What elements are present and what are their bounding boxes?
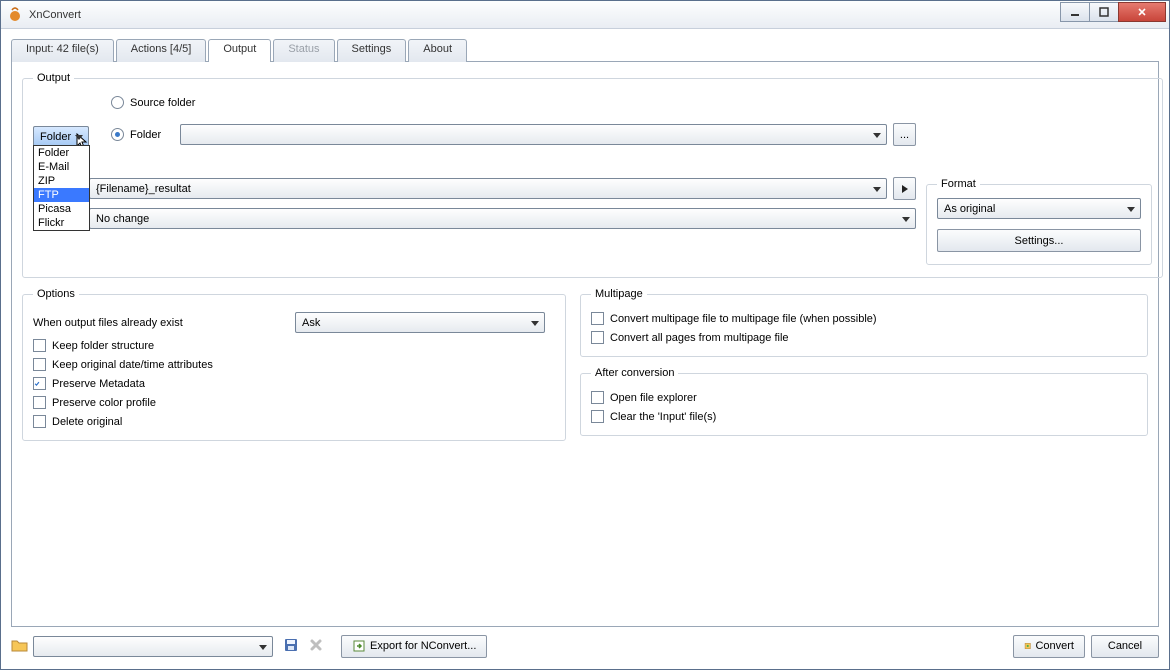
destination-combo-value: Folder [40, 131, 71, 143]
source-folder-label: Source folder [130, 97, 195, 109]
dropdown-item-ftp[interactable]: FTP [34, 188, 89, 202]
tab-input[interactable]: Input: 42 file(s) [11, 39, 114, 62]
tab-strip: Input: 42 file(s) Actions [4/5] Output S… [11, 39, 1159, 62]
check-convert-all[interactable] [591, 331, 604, 344]
keep-datetime-label: Keep original date/time attributes [52, 359, 213, 371]
dropdown-item-picasa[interactable]: Picasa [34, 202, 89, 216]
exist-combo[interactable]: Ask [295, 312, 545, 333]
bottom-bar: Export for NConvert... Convert Cancel [11, 631, 1159, 661]
delete-icon[interactable] [309, 638, 323, 655]
window-title: XnConvert [29, 9, 1061, 21]
preserve-meta-label: Preserve Metadata [52, 378, 145, 390]
check-convert-mp[interactable] [591, 312, 604, 325]
check-delete-original[interactable] [33, 415, 46, 428]
app-icon [7, 7, 23, 23]
check-keep-datetime[interactable] [33, 358, 46, 371]
tab-output[interactable]: Output [208, 39, 271, 62]
filename-value: {Filename}_resultat [96, 183, 191, 195]
window-buttons [1061, 2, 1166, 22]
preset-combo[interactable] [33, 636, 273, 657]
browse-folder-button[interactable]: ... [893, 123, 916, 146]
save-icon[interactable] [283, 637, 299, 656]
check-preserve-color[interactable] [33, 396, 46, 409]
options-group: Options When output files already exist … [22, 288, 566, 441]
convert-mp-label: Convert multipage file to multipage file… [610, 313, 877, 325]
output-panel: Output Folder [11, 61, 1159, 627]
destination-dropdown: Folder E-Mail ZIP FTP Picasa Flickr [33, 145, 90, 231]
format-group: Format As original Settings... [926, 178, 1152, 265]
format-value: As original [944, 203, 995, 215]
tab-settings[interactable]: Settings [337, 39, 407, 62]
radio-source-folder[interactable] [111, 96, 124, 109]
destination-combo[interactable]: Folder Folder E-Mail ZIP FTP Picasa Flic… [33, 126, 89, 147]
dropdown-item-zip[interactable]: ZIP [34, 174, 89, 188]
keep-folder-label: Keep folder structure [52, 340, 154, 352]
exist-label: When output files already exist [33, 317, 295, 329]
export-label: Export for NConvert... [370, 640, 476, 652]
exist-value: Ask [302, 317, 320, 329]
dropdown-item-email[interactable]: E-Mail [34, 160, 89, 174]
after-group: After conversion Open file explorer Clea… [580, 367, 1148, 436]
convert-label: Convert [1035, 640, 1074, 652]
minimize-button[interactable] [1060, 2, 1090, 22]
multipage-group: Multipage Convert multipage file to mult… [580, 288, 1148, 357]
play-icon [901, 184, 909, 194]
output-legend: Output [33, 72, 74, 84]
cancel-label: Cancel [1108, 640, 1142, 652]
convert-button[interactable]: Convert [1013, 635, 1085, 658]
format-settings-button[interactable]: Settings... [937, 229, 1141, 252]
radio-folder[interactable] [111, 128, 124, 141]
options-legend: Options [33, 288, 79, 300]
dropdown-item-folder[interactable]: Folder [34, 146, 89, 160]
format-legend: Format [937, 178, 980, 190]
folder-label: Folder [130, 129, 180, 141]
tab-status[interactable]: Status [273, 39, 334, 62]
maximize-button[interactable] [1089, 2, 1119, 22]
preserve-color-label: Preserve color profile [52, 397, 156, 409]
output-group: Output Folder [22, 72, 1163, 278]
ellipsis-icon: ... [900, 129, 909, 141]
folder-path-combo[interactable] [180, 124, 887, 145]
filename-combo[interactable]: {Filename}_resultat [89, 178, 887, 199]
after-legend: After conversion [591, 367, 678, 379]
check-preserve-meta[interactable] [33, 377, 46, 390]
check-keep-folder[interactable] [33, 339, 46, 352]
format-settings-label: Settings... [1015, 235, 1064, 247]
convert-all-label: Convert all pages from multipage file [610, 332, 789, 344]
clear-input-label: Clear the 'Input' file(s) [610, 411, 716, 423]
tab-actions[interactable]: Actions [4/5] [116, 39, 207, 62]
client-area: Input: 42 file(s) Actions [4/5] Output S… [1, 29, 1169, 669]
titlebar: XnConvert [1, 1, 1169, 29]
tab-about[interactable]: About [408, 39, 467, 62]
filename-play-button[interactable] [893, 177, 916, 200]
format-combo[interactable]: As original [937, 198, 1141, 219]
export-nconvert-button[interactable]: Export for NConvert... [341, 635, 487, 658]
convert-icon [1024, 639, 1031, 653]
check-clear-input[interactable] [591, 410, 604, 423]
case-combo[interactable]: No change [89, 208, 916, 229]
multipage-legend: Multipage [591, 288, 647, 300]
close-button[interactable] [1118, 2, 1166, 22]
dropdown-item-flickr[interactable]: Flickr [34, 216, 89, 230]
export-icon [352, 639, 366, 653]
case-value: No change [96, 213, 149, 225]
cancel-button[interactable]: Cancel [1091, 635, 1159, 658]
check-open-explorer[interactable] [591, 391, 604, 404]
open-folder-icon[interactable] [11, 637, 29, 656]
open-explorer-label: Open file explorer [610, 392, 697, 404]
window: XnConvert Input: 42 file(s) Actions [4/5… [0, 0, 1170, 670]
delete-original-label: Delete original [52, 416, 122, 428]
